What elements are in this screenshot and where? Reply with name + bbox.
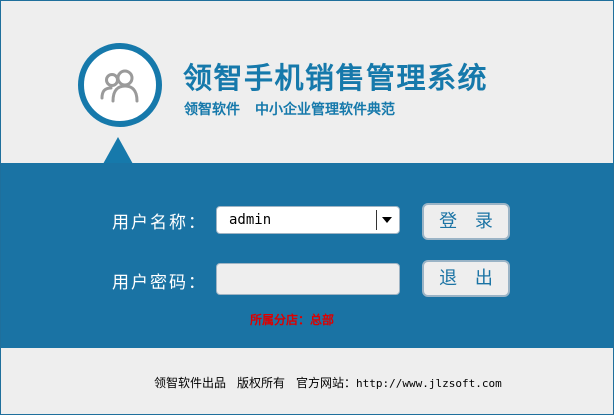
exit-button[interactable]: 退 出 — [422, 260, 510, 297]
app-title: 领智手机销售管理系统 — [183, 61, 489, 95]
footer-site-label: 官方网站： — [296, 376, 357, 390]
login-form: 用户名称： admin 用户密码： 登 录 退 出 所属分店：总部 — [1, 163, 613, 348]
chevron-down-icon — [382, 217, 392, 223]
app-subtitle: 领智软件 中小企业管理软件典范 — [184, 99, 395, 119]
password-label: 用户密码： — [112, 273, 207, 293]
login-button[interactable]: 登 录 — [422, 203, 510, 240]
subtitle-brand: 领智软件 — [184, 102, 240, 118]
branch-hint: 所属分店：总部 — [250, 313, 335, 327]
username-combobox[interactable]: admin — [216, 206, 400, 234]
users-icon — [100, 69, 139, 103]
logo-pointer — [103, 137, 133, 164]
username-dropdown-button[interactable] — [376, 210, 396, 230]
footer-rights: 版权所有 — [237, 376, 286, 390]
subtitle-slogan: 中小企业管理软件典范 — [255, 102, 395, 118]
footer-text: 领智软件出品 版权所有 官方网站：http://www.jlzsoft.com — [154, 374, 502, 391]
footer: 领智软件出品 版权所有 官方网站：http://www.jlzsoft.com — [1, 348, 613, 414]
username-value: admin — [229, 212, 272, 228]
username-label: 用户名称： — [112, 213, 207, 233]
footer-product: 领智软件出品 — [154, 376, 227, 390]
header: 领智手机销售管理系统 领智软件 中小企业管理软件典范 — [1, 1, 613, 164]
logo — [78, 43, 162, 127]
login-window: 领智手机销售管理系统 领智软件 中小企业管理软件典范 用户名称： admin 用户… — [0, 0, 614, 415]
footer-site-url[interactable]: http://www.jlzsoft.com — [356, 377, 502, 390]
password-field[interactable] — [216, 263, 400, 295]
